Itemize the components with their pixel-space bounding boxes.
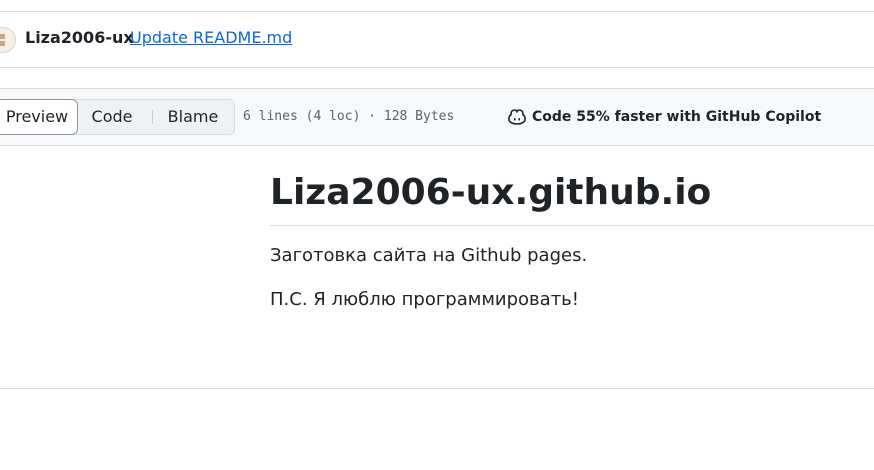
- file-view-page: Liza2006-ux Update README.md Preview Cod…: [0, 0, 874, 470]
- tab-preview[interactable]: Preview: [0, 99, 78, 135]
- tab-code[interactable]: Code: [83, 100, 141, 134]
- copilot-icon: [508, 109, 526, 125]
- file-size-info: 6 lines (4 loc) · 128 Bytes: [243, 109, 455, 124]
- readme-markdown-body: Liza2006-ux.github.io Заготовка сайта на…: [270, 170, 874, 313]
- view-mode-segmented-control: Preview Code Blame: [0, 99, 235, 135]
- tab-blame[interactable]: Blame: [159, 100, 227, 134]
- latest-commit-bar: Liza2006-ux Update README.md: [0, 12, 874, 68]
- segment-divider: [152, 110, 153, 124]
- commit-author-link[interactable]: Liza2006-ux: [25, 28, 134, 47]
- file-toolbar: Preview Code Blame 6 lines (4 loc) · 128…: [0, 88, 874, 146]
- copilot-promo-text: Code 55% faster with GitHub Copilot: [532, 109, 822, 125]
- content-bottom-divider: [0, 388, 874, 389]
- readme-paragraph: Заготовка сайта на Github pages.: [270, 245, 588, 266]
- readme-paragraph: П.С. Я люблю программировать!: [270, 289, 579, 310]
- commit-message-link[interactable]: Update README.md: [130, 28, 292, 47]
- avatar[interactable]: [0, 27, 16, 53]
- readme-title: Liza2006-ux.github.io: [270, 170, 874, 226]
- copilot-promo-link[interactable]: Code 55% faster with GitHub Copilot: [507, 107, 821, 127]
